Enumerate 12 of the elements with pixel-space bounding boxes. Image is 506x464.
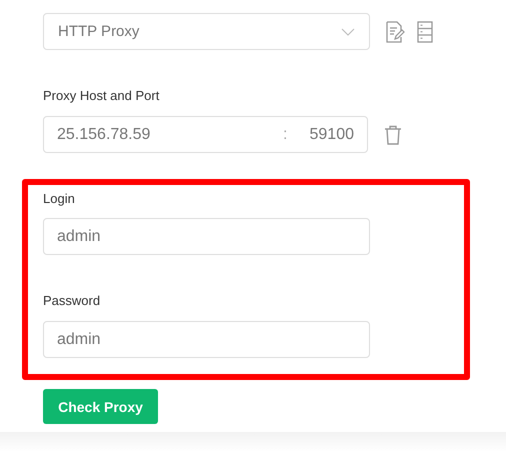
host-port-field[interactable]: 25.156.78.59 : 59100 <box>43 116 368 153</box>
input-field[interactable]: admin <box>43 218 370 255</box>
edit-document-icon[interactable] <box>385 20 405 42</box>
trash-icon[interactable] <box>384 124 402 144</box>
input-field[interactable]: admin <box>43 321 370 358</box>
list-icon[interactable] <box>417 20 433 42</box>
field-label: Proxy Host and Port <box>43 88 160 103</box>
chevron-down-icon <box>341 28 355 36</box>
proxy-type-select[interactable]: HTTP Proxy <box>43 13 370 50</box>
field-label: Password <box>43 293 102 308</box>
check-proxy-button[interactable]: Check Proxy <box>43 389 158 424</box>
field-label: Login <box>43 191 76 206</box>
